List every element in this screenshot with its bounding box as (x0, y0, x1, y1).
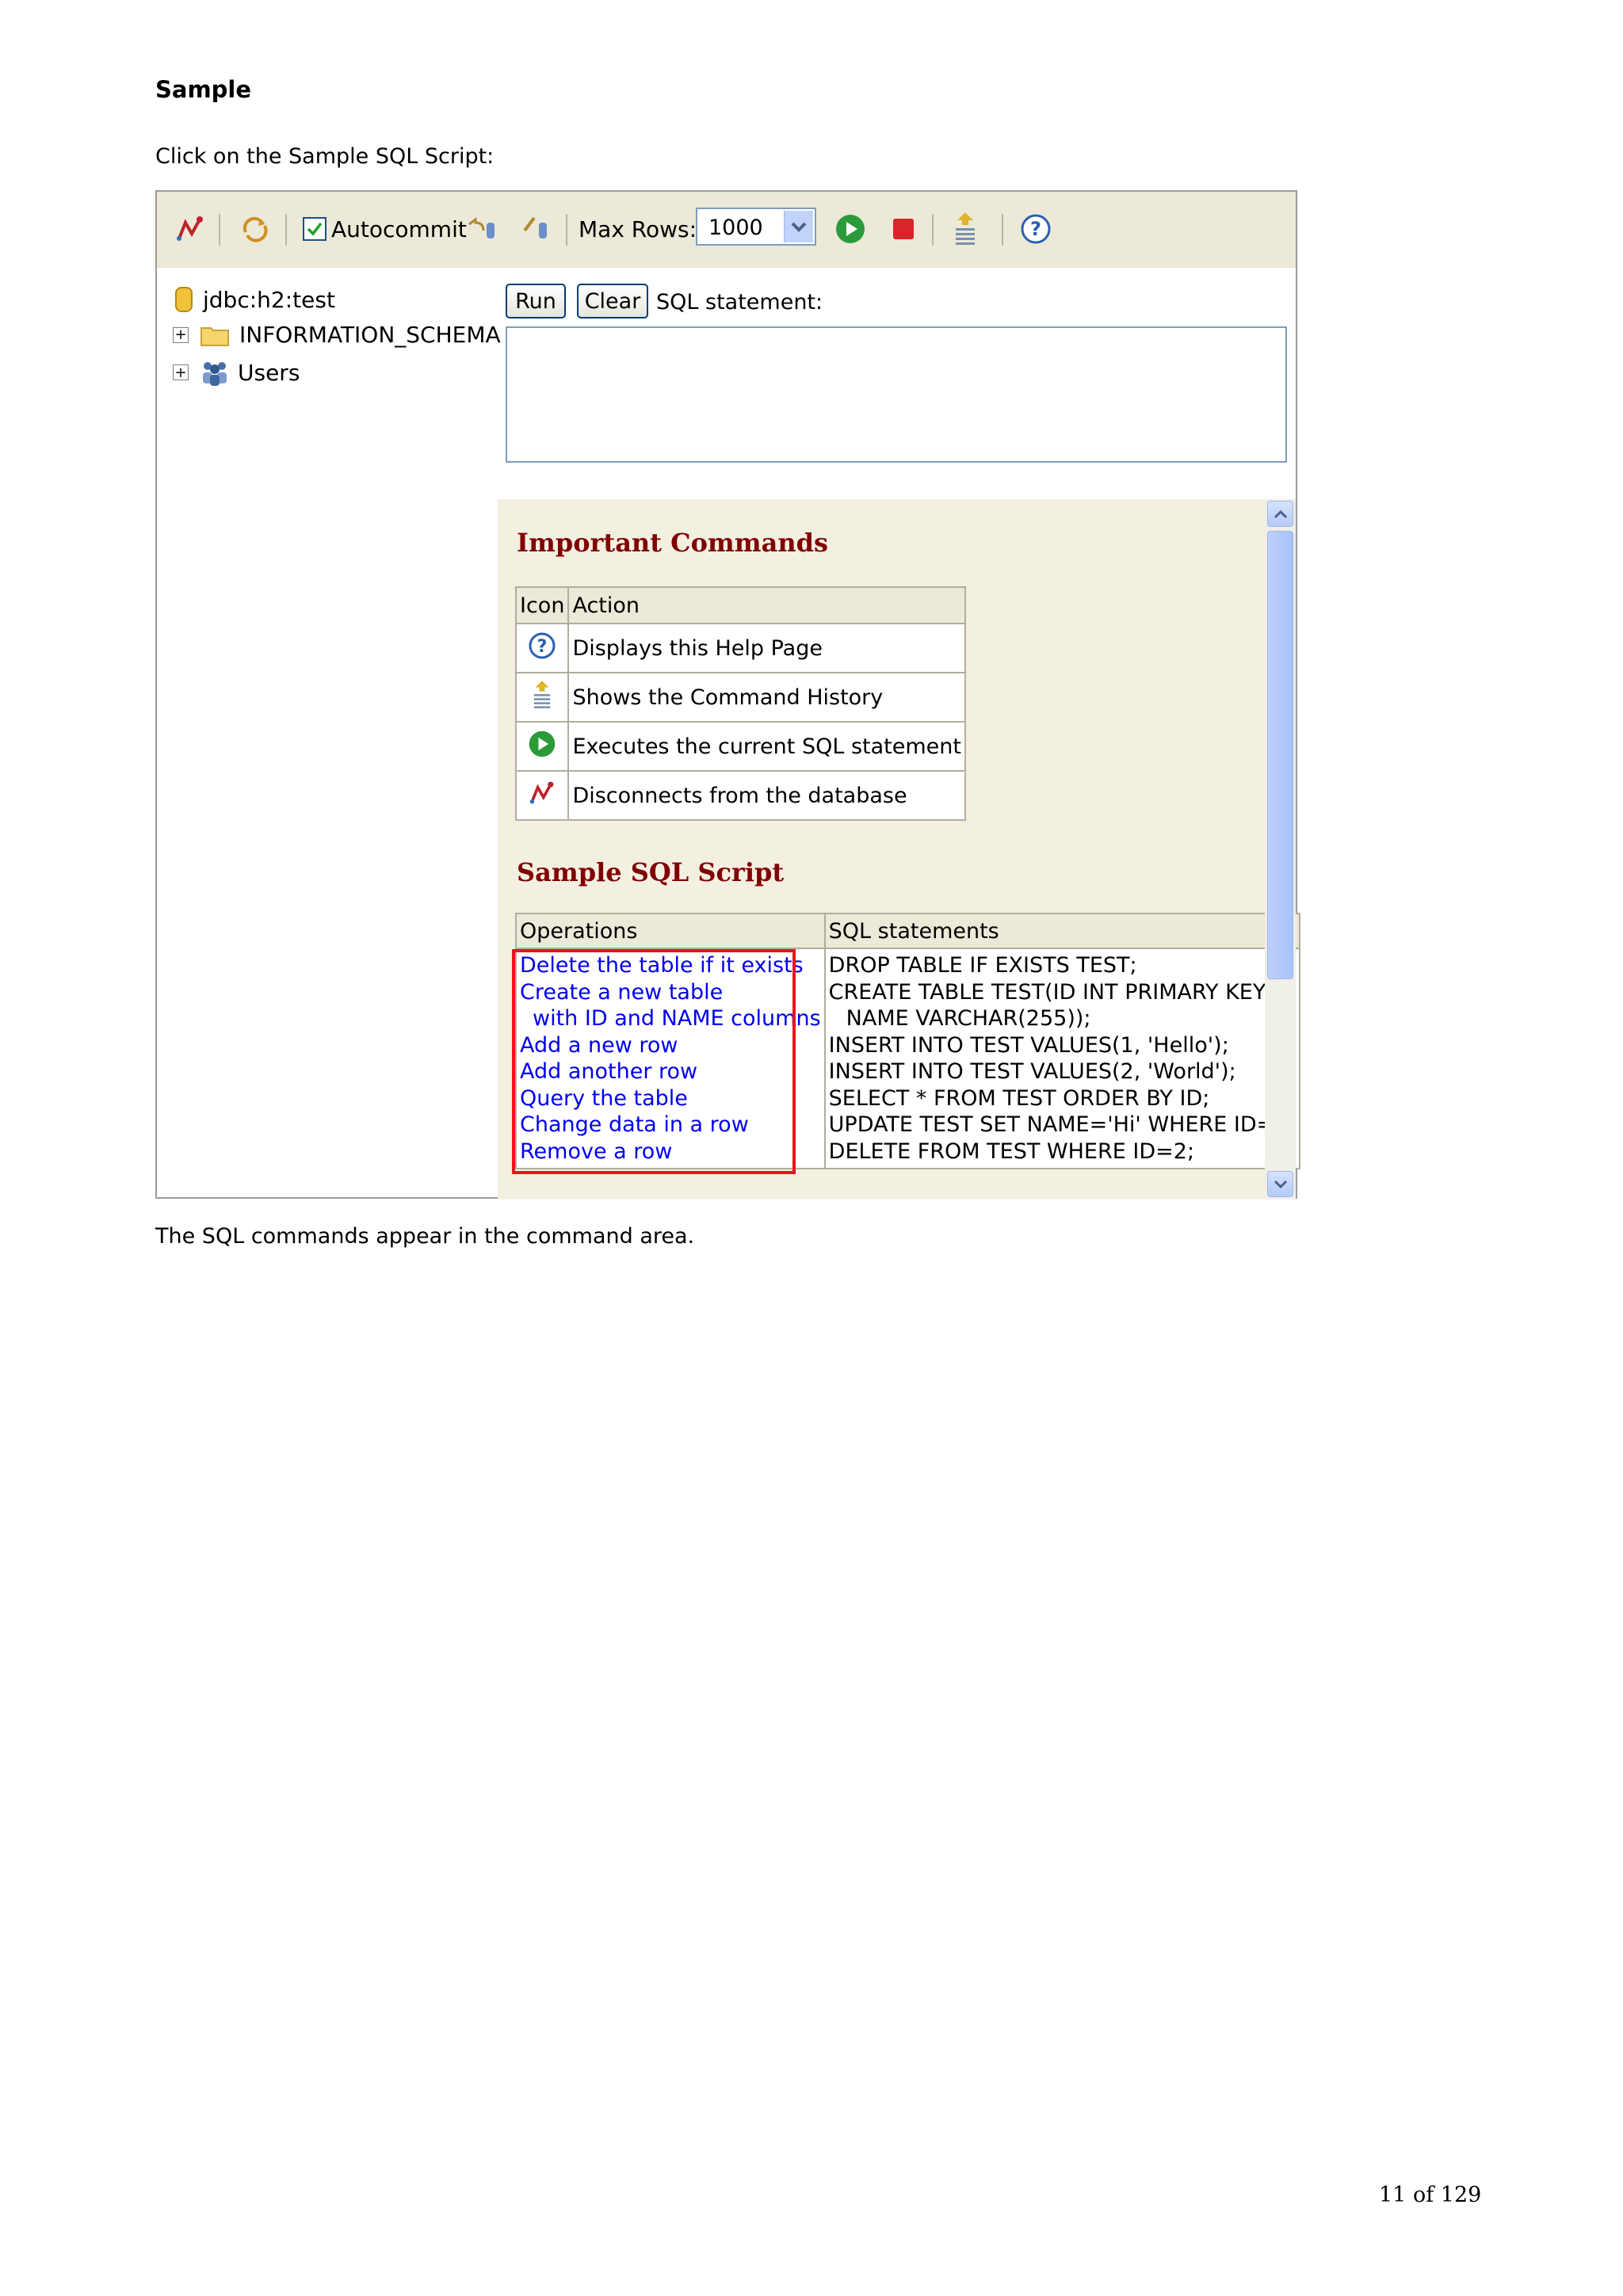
max-rows-select[interactable]: 1000 (696, 208, 816, 246)
statements-cell: DROP TABLE IF EXISTS TEST; CREATE TABLE … (823, 948, 1300, 1169)
chevron-up-icon (1274, 509, 1287, 518)
schema-label: INFORMATION_SCHEMA (239, 322, 501, 348)
svg-text:?: ? (1030, 218, 1041, 240)
folder-icon (200, 326, 229, 346)
col-icon: Icon (514, 586, 570, 624)
screenshot-frame: Autocommit Max Rows: 1000 ? jdbc:h2:test… (155, 190, 1300, 1199)
sql-statement: DELETE FROM TEST WHERE ID=2; (828, 1138, 1195, 1164)
command-action: Shows the Command History (567, 672, 966, 723)
history-icon (514, 672, 570, 723)
scroll-thumb[interactable] (1267, 531, 1293, 979)
sql-statement: SELECT * FROM TEST ORDER BY ID; (828, 1085, 1210, 1111)
help-icon[interactable]: ? (1019, 209, 1052, 249)
sql-statement: INSERT INTO TEST VALUES(2, 'World'); (828, 1059, 1236, 1084)
chevron-down-icon[interactable] (784, 211, 813, 242)
sample-sql-title: Sample SQL Script (517, 857, 785, 887)
run-icon (514, 721, 570, 772)
sql-statement: NAME VARCHAR(255)); (846, 1006, 1091, 1031)
expand-icon[interactable]: + (173, 364, 189, 381)
disconnect-icon[interactable] (174, 209, 206, 249)
expand-icon[interactable]: + (173, 326, 189, 343)
command-action: Displays this Help Page (567, 623, 966, 673)
connection-label: jdbc:h2:test (203, 286, 335, 313)
col-statements: SQL statements (823, 913, 1300, 949)
sql-statement: DROP TABLE IF EXISTS TEST; (828, 953, 1137, 978)
run-icon[interactable] (834, 209, 867, 249)
autocommit-label: Autocommit (331, 215, 467, 242)
database-icon (175, 287, 193, 312)
sql-statement: CREATE TABLE TEST(ID INT PRIMARY KEY, (828, 979, 1273, 1005)
autocommit-checkbox[interactable] (303, 217, 327, 241)
users-icon (203, 362, 227, 386)
clear-button[interactable]: Clear (577, 284, 648, 318)
toolbar: Autocommit Max Rows: 1000 ? (157, 192, 1296, 268)
page-heading: Sample (155, 76, 252, 103)
highlight-box (512, 949, 796, 1174)
history-icon[interactable] (949, 209, 981, 249)
commit-icon[interactable] (520, 209, 555, 249)
run-button[interactable]: Run (506, 284, 566, 318)
tree-schema[interactable]: + INFORMATION_SCHEMA (173, 322, 501, 348)
table-row: ? Displays this Help Page (514, 623, 966, 673)
scrollbar[interactable] (1265, 499, 1296, 1199)
table-row: Executes the current SQL statement (514, 721, 966, 772)
autocommit-toggle[interactable]: Autocommit (303, 209, 467, 249)
rollback-icon[interactable] (466, 209, 501, 249)
tree-users[interactable]: + Users (173, 358, 300, 387)
outro-text: The SQL commands appear in the command a… (155, 1224, 695, 1249)
disconnect-icon (514, 770, 570, 821)
sql-statement-label: SQL statement: (656, 290, 823, 315)
stop-icon[interactable] (889, 209, 918, 249)
scroll-up-button[interactable] (1267, 501, 1293, 527)
chevron-down-icon (1274, 1180, 1287, 1188)
col-operations: Operations (515, 913, 826, 949)
max-rows-value: 1000 (708, 215, 763, 240)
help-panel: Important Commands Icon Action ? Display… (498, 499, 1300, 1199)
sql-statement: UPDATE TEST SET NAME='Hi' WHERE ID=1; (828, 1112, 1296, 1137)
commands-table: Icon Action ? Displays this Help Page Sh… (514, 586, 966, 821)
sql-statement: INSERT INTO TEST VALUES(1, 'Hello'); (828, 1032, 1229, 1058)
max-rows-label: Max Rows: (579, 215, 697, 242)
scroll-down-button[interactable] (1267, 1171, 1293, 1197)
tree-connection[interactable]: jdbc:h2:test (174, 285, 335, 314)
table-row: Shows the Command History (514, 672, 966, 723)
intro-text: Click on the Sample SQL Script: (155, 144, 495, 169)
important-commands-title: Important Commands (517, 528, 829, 558)
sql-input[interactable] (506, 326, 1287, 463)
command-action: Disconnects from the database (567, 770, 966, 821)
page-number: 11 of 129 (1379, 2183, 1482, 2207)
refresh-icon[interactable] (239, 209, 271, 249)
help-icon: ? (514, 623, 570, 673)
users-label: Users (238, 359, 300, 386)
command-action: Executes the current SQL statement (567, 721, 966, 772)
svg-text:?: ? (537, 637, 548, 657)
table-row: Disconnects from the database (514, 770, 966, 821)
col-action: Action (567, 586, 966, 624)
